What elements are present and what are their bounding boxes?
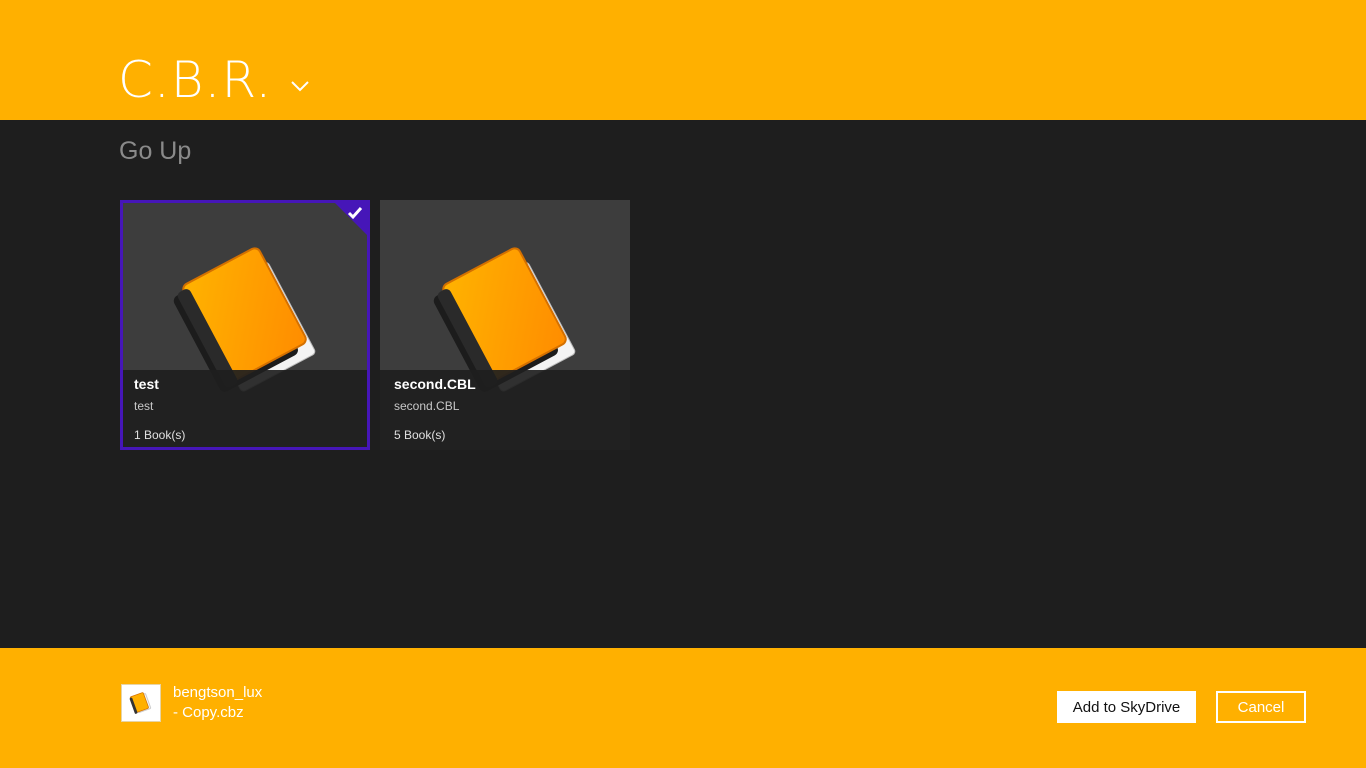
- tile-title: second.CBL: [394, 376, 476, 392]
- tile-book-count: 1 Book(s): [134, 428, 186, 442]
- chevron-down-icon: [291, 81, 310, 92]
- header-bar: C.B.R.: [0, 0, 1366, 120]
- tile-subtitle: test: [134, 399, 154, 413]
- tile-subtitle: second.CBL: [394, 399, 460, 413]
- book-thumbnail-icon: [121, 684, 161, 722]
- folder-tile-test[interactable]: test test 1 Book(s): [120, 200, 370, 450]
- tile-book-count: 5 Book(s): [394, 428, 446, 442]
- app-title: C.B.R.: [118, 51, 273, 109]
- file-name-line2: - Copy.cbz: [173, 704, 244, 721]
- go-up-link[interactable]: Go Up: [119, 134, 191, 168]
- file-name-line1: bengtson_lux: [173, 684, 263, 701]
- tile-info-panel: test test 1 Book(s): [123, 370, 367, 447]
- folder-tile-second-cbl[interactable]: second.CBL second.CBL 5 Book(s): [380, 200, 630, 450]
- app-title-dropdown[interactable]: C.B.R.: [118, 50, 310, 110]
- tile-title: test: [134, 376, 159, 392]
- selected-check-icon: [335, 203, 367, 235]
- tile-info-panel: second.CBL second.CBL 5 Book(s): [380, 370, 630, 450]
- cancel-button[interactable]: Cancel: [1216, 691, 1306, 723]
- add-to-skydrive-button[interactable]: Add to SkyDrive: [1057, 691, 1196, 723]
- file-name: bengtson_lux - Copy.cbz: [173, 683, 262, 723]
